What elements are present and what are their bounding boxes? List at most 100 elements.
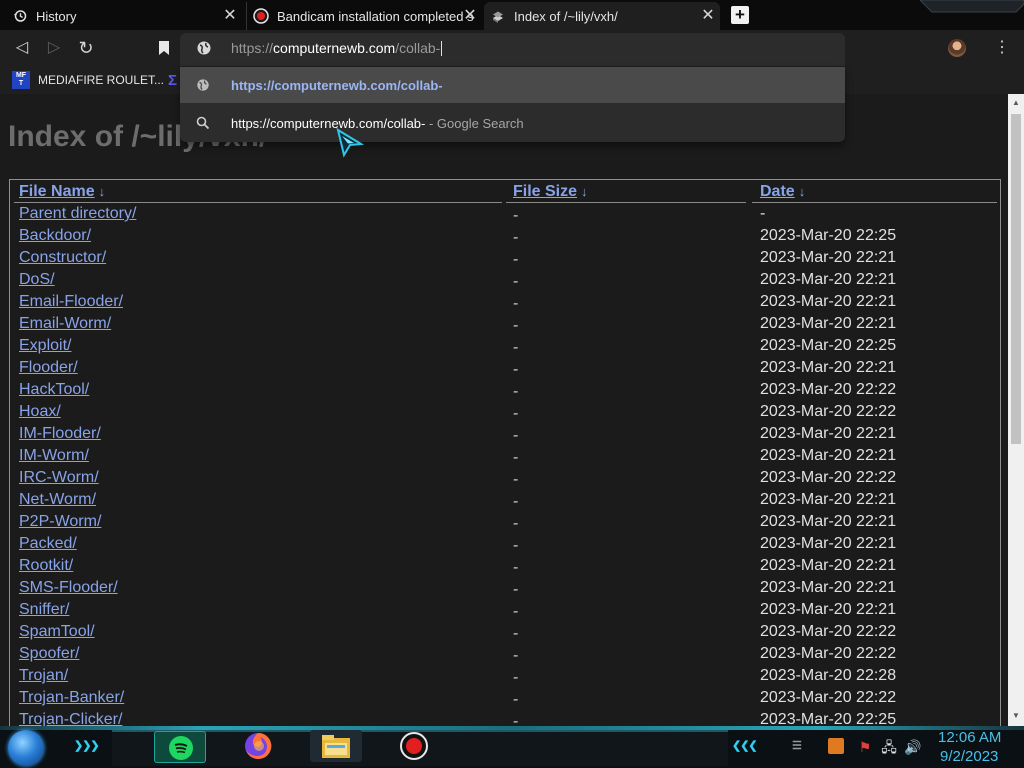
file-name-link[interactable]: DoS/ bbox=[19, 271, 55, 289]
table-row: Net-Worm/ - 2023-Mar-20 22:21 bbox=[10, 490, 1000, 512]
file-date: 2023-Mar-20 22:21 bbox=[760, 271, 897, 288]
volume-icon[interactable]: 🔊 bbox=[904, 738, 922, 756]
window-ornament bbox=[920, 0, 1024, 13]
tab-close-icon[interactable]: ✕ bbox=[700, 8, 716, 24]
menu-button[interactable]: ⋮ bbox=[994, 38, 1010, 58]
action-center-flag-icon[interactable]: ⚑ bbox=[856, 738, 874, 756]
new-tab-button[interactable]: + bbox=[731, 6, 749, 24]
column-header-file-name[interactable]: File Name ↓ bbox=[19, 183, 105, 201]
address-input[interactable]: https://computernewb.com/collab- bbox=[231, 40, 443, 56]
tab-bandicam[interactable]: Bandicam installation completed s ✕ bbox=[246, 2, 482, 30]
file-name-link[interactable]: IRC-Worm/ bbox=[19, 469, 99, 487]
scrollbar-thumb[interactable] bbox=[1011, 114, 1021, 444]
clock-date[interactable]: 9/2/2023 bbox=[940, 748, 998, 765]
tab-title: Bandicam installation completed s bbox=[277, 8, 474, 24]
file-name-link[interactable]: IM-Flooder/ bbox=[19, 425, 101, 443]
profile-avatar[interactable] bbox=[948, 39, 966, 57]
file-name-link[interactable]: Email-Worm/ bbox=[19, 315, 111, 333]
file-name-link[interactable]: Hoax/ bbox=[19, 403, 61, 421]
file-size: - bbox=[513, 339, 519, 356]
table-row: Trojan-Banker/ - 2023-Mar-20 22:22 bbox=[10, 688, 1000, 710]
bookmark-icon[interactable] bbox=[154, 38, 174, 58]
file-size: - bbox=[513, 691, 519, 708]
table-row: IRC-Worm/ - 2023-Mar-20 22:22 bbox=[10, 468, 1000, 490]
suggestion-search[interactable]: https://computernewb.com/collab- - Googl… bbox=[180, 105, 845, 141]
file-name-link[interactable]: Trojan/ bbox=[19, 667, 68, 685]
suggestion-description: - Google Search bbox=[425, 116, 524, 131]
tab-close-icon[interactable]: ✕ bbox=[462, 8, 478, 24]
file-name-link[interactable]: Exploit/ bbox=[19, 337, 71, 355]
file-name-link[interactable]: Spoofer/ bbox=[19, 645, 79, 663]
file-size: - bbox=[513, 581, 519, 598]
vertical-scrollbar[interactable]: ▲ ▼ bbox=[1008, 94, 1024, 726]
file-name-link[interactable]: Trojan-Clicker/ bbox=[19, 711, 122, 726]
bookmark-mediafire-roulette[interactable]: MF T MEDIAFIRE ROULET... bbox=[12, 71, 164, 89]
file-size: - bbox=[513, 207, 519, 224]
start-button[interactable] bbox=[8, 730, 44, 766]
taskbar-app-firefox[interactable] bbox=[232, 730, 284, 762]
table-row: SMS-Flooder/ - 2023-Mar-20 22:21 bbox=[10, 578, 1000, 600]
column-header-file-size[interactable]: File Size ↓ bbox=[513, 183, 588, 201]
table-row: Email-Worm/ - 2023-Mar-20 22:21 bbox=[10, 314, 1000, 336]
file-size: - bbox=[513, 669, 519, 686]
scroll-up-arrow-icon[interactable]: ▲ bbox=[1008, 98, 1024, 108]
taskbar-app-spotify[interactable] bbox=[154, 731, 206, 763]
search-icon bbox=[196, 116, 210, 130]
show-hidden-icons-icon[interactable]: ☰ bbox=[792, 739, 802, 752]
file-date: 2023-Mar-20 22:25 bbox=[760, 337, 897, 354]
tab-close-icon[interactable]: ✕ bbox=[222, 8, 238, 24]
table-row: HackTool/ - 2023-Mar-20 22:22 bbox=[10, 380, 1000, 402]
file-name-link[interactable]: Flooder/ bbox=[19, 359, 78, 377]
column-header-label: File Name bbox=[19, 183, 95, 200]
file-name-link[interactable]: IM-Worm/ bbox=[19, 447, 89, 465]
reload-button[interactable]: ↻ bbox=[76, 38, 96, 58]
network-icon[interactable]: 🖧 bbox=[880, 738, 898, 756]
file-name-link[interactable]: Email-Flooder/ bbox=[19, 293, 123, 311]
sort-arrow-icon: ↓ bbox=[798, 184, 806, 199]
file-size: - bbox=[513, 713, 519, 726]
back-button[interactable]: ◁ bbox=[12, 38, 32, 58]
taskbar-app-bandicam[interactable] bbox=[388, 730, 440, 762]
column-header-date[interactable]: Date ↓ bbox=[760, 183, 805, 201]
file-name-link[interactable]: Parent directory/ bbox=[19, 205, 136, 223]
file-name-link[interactable]: SMS-Flooder/ bbox=[19, 579, 118, 597]
file-name-link[interactable]: Rootkit/ bbox=[19, 557, 73, 575]
firefox-icon bbox=[245, 732, 272, 759]
file-name-link[interactable]: Constructor/ bbox=[19, 249, 106, 267]
file-date: 2023-Mar-20 22:22 bbox=[760, 623, 897, 640]
tab-title: Index of /~lily/vxh/ bbox=[514, 8, 618, 24]
forward-button[interactable]: ▷ bbox=[44, 38, 64, 58]
bandicam-record-icon bbox=[400, 732, 428, 760]
header-divider bbox=[14, 202, 502, 203]
tab-history[interactable]: History ✕ bbox=[6, 2, 242, 30]
header-divider bbox=[752, 202, 997, 203]
file-date: 2023-Mar-20 22:21 bbox=[760, 601, 897, 618]
scroll-down-arrow-icon[interactable]: ▼ bbox=[1008, 711, 1024, 721]
sort-arrow-icon: ↓ bbox=[98, 184, 106, 199]
globe-icon bbox=[196, 40, 212, 56]
file-date: - bbox=[760, 205, 766, 222]
file-size: - bbox=[513, 537, 519, 554]
taskbar-app-file-explorer[interactable] bbox=[310, 730, 362, 762]
file-name-link[interactable]: Backdoor/ bbox=[19, 227, 91, 245]
file-size: - bbox=[513, 295, 519, 312]
omnibox-dropdown: https://computernewb.com/collab- https:/… bbox=[180, 67, 845, 142]
file-name-link[interactable]: P2P-Worm/ bbox=[19, 513, 101, 531]
file-name-link[interactable]: Trojan-Banker/ bbox=[19, 689, 124, 707]
tab-index-of-lily-vxh[interactable]: Index of /~lily/vxh/ ✕ bbox=[484, 2, 720, 30]
file-name-link[interactable]: HackTool/ bbox=[19, 381, 89, 399]
file-name-link[interactable]: Sniffer/ bbox=[19, 601, 69, 619]
suggestion-url[interactable]: https://computernewb.com/collab- bbox=[180, 67, 845, 103]
file-name-link[interactable]: Net-Worm/ bbox=[19, 491, 96, 509]
table-row: Constructor/ - 2023-Mar-20 22:21 bbox=[10, 248, 1000, 270]
file-name-link[interactable]: Packed/ bbox=[19, 535, 77, 553]
file-date: 2023-Mar-20 22:21 bbox=[760, 513, 897, 530]
url-scheme: https:// bbox=[231, 40, 274, 56]
file-name-link[interactable]: SpamTool/ bbox=[19, 623, 95, 641]
clock-time[interactable]: 12:06 AM bbox=[938, 729, 1001, 746]
bookmark-sigma[interactable]: Σ bbox=[168, 72, 177, 89]
table-row: Rootkit/ - 2023-Mar-20 22:21 bbox=[10, 556, 1000, 578]
tray-app-icon[interactable] bbox=[828, 738, 844, 754]
tab-strip: History ✕ Bandicam installation complete… bbox=[0, 0, 1024, 30]
file-size: - bbox=[513, 625, 519, 642]
